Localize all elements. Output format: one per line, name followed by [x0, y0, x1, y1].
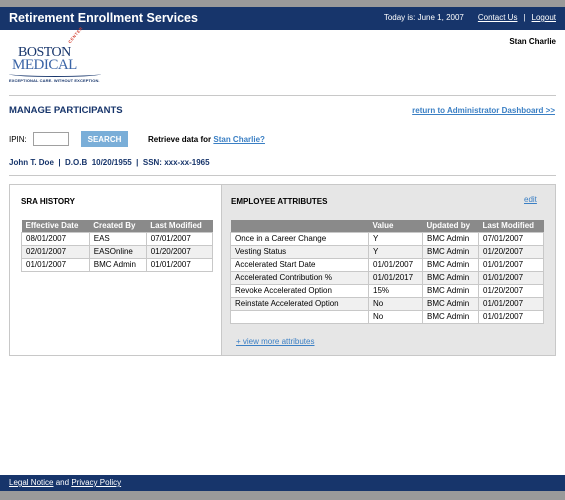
current-date: Today is: June 1, 2007: [383, 13, 464, 22]
table-row: 01/01/2007 BMC Admin 01/01/2007: [21, 257, 214, 272]
footer-and-text: and: [55, 478, 70, 487]
table-cell: Once in a Career Change: [230, 231, 369, 246]
page-footer: Legal Notice and Privacy Policy: [0, 475, 565, 491]
table-cell: 01/01/2017: [368, 270, 423, 285]
table-row: Accelerated Start Date 01/01/2007 BMC Ad…: [230, 257, 544, 272]
table-cell: 01/01/2007: [21, 257, 90, 272]
table-cell: 01/01/2007: [478, 257, 544, 272]
table-cell: EASOnline: [88, 244, 147, 259]
logo-swoosh: [9, 71, 101, 77]
employee-attributes-table: Value Updated by Last Modified Once in a…: [230, 220, 544, 324]
table-cell: BMC Admin: [422, 231, 479, 246]
table-cell: 01/20/2007: [478, 244, 544, 259]
table-cell: [230, 309, 369, 324]
table-cell: 07/01/2007: [478, 231, 544, 246]
table-cell: Revoke Accelerated Option: [230, 283, 369, 298]
privacy-policy-link[interactable]: Privacy Policy: [71, 478, 121, 487]
table-row: Reinstate Accelerated Option No BMC Admi…: [230, 296, 544, 311]
view-more-attributes-link[interactable]: + view more attributes: [236, 337, 314, 346]
header-utility-links: Today is: June 1, 2007 Contact Us | Logo…: [384, 13, 556, 22]
page-title: MANAGE PARTICIPANTS: [9, 105, 123, 116]
employee-attributes-heading: EMPLOYEE ATTRIBUTES: [231, 197, 328, 206]
table-cell: BMC Admin: [422, 309, 479, 324]
table-cell: Vesting Status: [230, 244, 369, 259]
retrieve-user-link[interactable]: Stan Charlie?: [213, 135, 265, 144]
sra-history-table: Effective Date Created By Last Modified …: [21, 220, 214, 272]
column-header: Last Modified: [146, 220, 213, 232]
table-cell: BMC Admin: [422, 270, 479, 285]
table-cell: Reinstate Accelerated Option: [230, 296, 369, 311]
header-separator: |: [523, 13, 526, 22]
app-title: Retirement Enrollment Services: [9, 11, 198, 25]
column-header: Updated by: [422, 220, 479, 232]
ipin-label: IPIN:: [9, 135, 27, 144]
table-cell: 01/20/2007: [478, 283, 544, 298]
top-gray-bar: [0, 0, 565, 7]
table-cell: BMC Admin: [422, 244, 479, 259]
table-row: Revoke Accelerated Option 15% BMC Admin …: [230, 283, 544, 298]
table-cell: 01/01/2007: [478, 296, 544, 311]
search-button[interactable]: SEARCH: [81, 131, 128, 147]
return-to-dashboard-link[interactable]: return to Administrator Dashboard >>: [412, 106, 555, 115]
divider: [9, 95, 556, 96]
column-header: Created By: [89, 220, 147, 232]
column-header: Effective Date: [21, 220, 90, 232]
table-cell: 01/01/2007: [368, 257, 423, 272]
table-header-row: Effective Date Created By Last Modified: [21, 220, 213, 232]
table-cell: EAS: [88, 231, 147, 246]
table-row: No BMC Admin 01/01/2007: [230, 309, 544, 324]
bottom-gray-bar: [0, 491, 565, 500]
table-cell: 01/01/2007: [478, 309, 544, 324]
participant-info: John T. Doe | D.O.B 10/20/1955 | SSN: xx…: [9, 158, 210, 167]
ipin-input[interactable]: [33, 132, 69, 146]
table-cell: 01/01/2007: [145, 257, 214, 272]
logo-tagline: EXCEPTIONAL CARE. WITHOUT EXCEPTION.: [9, 78, 100, 83]
table-cell: Accelerated Start Date: [230, 257, 369, 272]
table-cell: BMC Admin: [422, 257, 479, 272]
table-cell: BMC Admin: [422, 283, 479, 298]
participant-details-panel: SRA HISTORY Effective Date Created By La…: [9, 184, 556, 356]
logout-link[interactable]: Logout: [532, 13, 556, 22]
logged-in-user: Stan Charlie: [509, 37, 556, 46]
table-cell: 01/01/2007: [478, 270, 544, 285]
boston-medical-logo: CENTER BOSTON MEDICAL EXCEPTIONAL CARE. …: [9, 26, 109, 85]
column-header: [230, 220, 369, 232]
table-cell: 07/01/2007: [145, 231, 214, 246]
contact-us-link[interactable]: Contact Us: [478, 13, 518, 22]
table-cell: Accelerated Contribution %: [230, 270, 369, 285]
sra-history-heading: SRA HISTORY: [21, 197, 75, 206]
column-header: Value: [368, 220, 423, 232]
table-cell: 15%: [368, 283, 423, 298]
table-row: 08/01/2007 EAS 07/01/2007: [21, 231, 214, 246]
legal-notice-link[interactable]: Legal Notice: [9, 478, 53, 487]
edit-attributes-link[interactable]: edit: [524, 195, 537, 204]
table-cell: Y: [368, 231, 423, 246]
table-cell: BMC Admin: [88, 257, 147, 272]
table-row: 02/01/2007 EASOnline 01/20/2007: [21, 244, 214, 259]
table-cell: No: [368, 309, 423, 324]
table-cell: 02/01/2007: [21, 244, 90, 259]
retrieve-prefix: Retrieve data for: [148, 135, 212, 144]
table-cell: BMC Admin: [422, 296, 479, 311]
divider: [9, 175, 556, 176]
app-header: Retirement Enrollment Services Today is:…: [0, 7, 565, 30]
table-cell: 01/20/2007: [145, 244, 214, 259]
table-cell: 08/01/2007: [21, 231, 90, 246]
retrieve-data-prompt: Retrieve data for Stan Charlie?: [148, 135, 265, 144]
column-header: Last Modified: [478, 220, 544, 232]
table-row: Vesting Status Y BMC Admin 01/20/2007: [230, 244, 544, 259]
table-row: Once in a Career Change Y BMC Admin 07/0…: [230, 231, 544, 246]
table-cell: Y: [368, 244, 423, 259]
table-row: Accelerated Contribution % 01/01/2017 BM…: [230, 270, 544, 285]
table-cell: No: [368, 296, 423, 311]
table-header-row: Value Updated by Last Modified: [230, 220, 544, 232]
